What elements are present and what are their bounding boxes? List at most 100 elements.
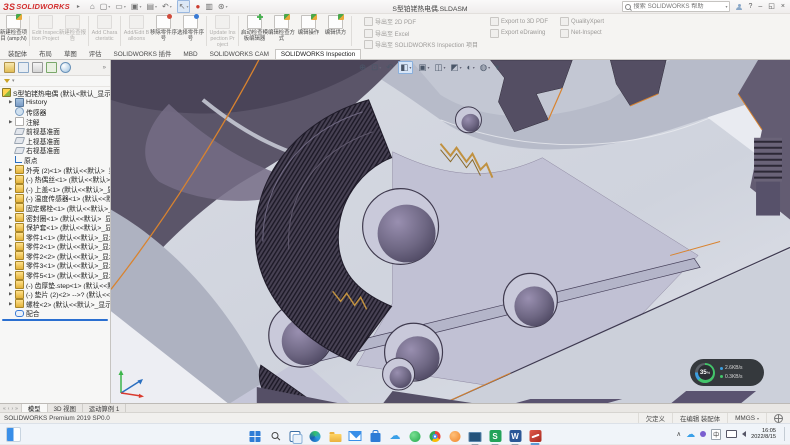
tree-root[interactable]: S型铂铑热电偶 (默认<默认_显示状态-1> [0,88,110,98]
tree-item-front-plane[interactable]: 前视基准面 [0,126,110,136]
tab-evaluate[interactable]: 评估 [83,47,108,59]
task-view-button[interactable] [289,429,302,443]
hide-show-items-icon[interactable]: ◩▾ [451,62,462,73]
save-icon[interactable]: ▣▾ [131,1,142,12]
volume-icon[interactable] [742,431,746,437]
net-inspect-item[interactable]: Net-Inspect [560,29,604,38]
tab-addins[interactable]: SOLIDWORKS 插件 [108,47,178,59]
help-icon[interactable]: ? [748,2,752,12]
minimize-icon[interactable]: – [758,2,762,12]
export-3d-pdf-item[interactable]: Export to 3D PDF [490,17,548,26]
edit-methods-button[interactable]: 编辑检查方式 [268,13,295,49]
tab-mbd[interactable]: MBD [177,49,203,59]
graphics-area[interactable]: ⊕ ⊡▾ ↶ ◧▾ ▣▾ ◫▾ ◩▾ ◐▾ ◍▾ ▾ 35% 2.6KB/s 0… [111,60,790,404]
tree-item-component[interactable]: ▶零件5<1> (默认<<默认>_显示状 [0,270,110,280]
tab-layout[interactable]: 布局 [33,47,58,59]
search-dropdown-icon[interactable]: ▾ [725,4,727,9]
rebuild-icon[interactable]: ● [195,1,200,12]
tree-item-component[interactable]: ▶螺栓<2> (默认<<默认>_显示状态 [0,299,110,309]
tree-item-component[interactable]: ▶零件2<1> (默认<<默认>_显示状 [0,242,110,252]
zoom-to-area-icon[interactable]: ⊡▾ [371,62,381,73]
tree-item-sensors[interactable]: 传感器 [0,107,110,117]
add-characteristic-button[interactable]: Add Characteristic [91,13,118,49]
edit-appearance-icon[interactable]: ◐▾ [467,62,475,73]
clock[interactable]: 16:05 2022/8/15 [751,428,776,441]
dimxpert-manager-icon[interactable] [46,62,57,73]
feature-manager-icon[interactable] [4,62,15,73]
update-inspection-project-button[interactable]: Update Inspection Project [209,13,236,49]
tab-cam[interactable]: SOLIDWORKS CAM [204,49,275,59]
tree-item-component[interactable]: ▶(-) 齿厚垫.step<1> (默认<<默认> [0,280,110,290]
print-icon[interactable]: ▤▾ [146,1,157,12]
zoom-to-fit-icon[interactable]: ⊕ [359,62,366,73]
tree-item-component[interactable]: ▶外壳 (2)<1> (默认<<默认>_显示状 [0,165,110,175]
show-desktop-button[interactable] [784,427,785,441]
new-document-icon[interactable]: ▢▾ [100,1,111,12]
word-app-button[interactable]: W [509,429,522,443]
display-style-icon[interactable]: ◫▾ [434,62,445,73]
tree-item-component[interactable]: ▶(-) 上盖<1> (默认<<默认>_显示状 [0,184,110,194]
store-button[interactable] [369,429,382,443]
qualityxpert-item[interactable]: QualityXpert [560,17,604,26]
rollback-bar[interactable] [2,319,108,321]
tree-item-annotations[interactable]: ▶注解 [0,117,110,127]
tree-item-component[interactable]: ▶(-) 温度传感器<1> (默认<<默认>_ [0,194,110,204]
docs-app-button[interactable]: S [489,429,502,443]
scroll-last-icon[interactable]: » [15,406,18,412]
display-settings-icon[interactable]: ▥ [205,1,213,12]
tree-item-mates[interactable]: 配合 [0,309,110,319]
tree-item-origin[interactable]: 原点 [0,155,110,165]
undo-icon[interactable]: ↶▾ [162,1,172,12]
tab-sketch[interactable]: 草图 [58,47,83,59]
previous-view-icon[interactable]: ↶ [386,62,393,73]
filter-caret-icon[interactable]: ▾ [12,78,15,84]
tree-filter-bar[interactable]: ▾ [0,76,110,87]
tab-inspection[interactable]: SOLIDWORKS Inspection [275,49,361,59]
ime-indicator[interactable]: 中 [711,429,721,440]
model-canvas[interactable] [111,60,790,404]
tree-item-component[interactable]: ▶密封圈<1> (默认<<默认>_显示状 [0,213,110,223]
template-editor-button[interactable]: 启动检查模板编辑器 [241,13,268,49]
select-balloons-button[interactable]: 选择零件序号 [177,13,204,49]
export-edrawing-item[interactable]: Export eDrawing [490,29,548,38]
export-excel-item[interactable]: 导出至 Excel [364,29,478,38]
tree-item-component[interactable]: ▶保护套<1> (默认<<默认>_显示状 [0,222,110,232]
chrome-button[interactable] [429,429,442,443]
tab-assembly[interactable]: 装配体 [2,47,33,59]
tree-item-history[interactable]: ▶History [0,98,110,108]
tree-item-component[interactable]: ▶(-) 垫片 (2)<2> -->? (默认<<默认> [0,289,110,299]
edge-button[interactable] [309,429,322,443]
close-icon[interactable]: × [781,2,785,12]
edit-operations-button[interactable]: 编辑操作 [295,13,322,49]
export-2d-pdf-item[interactable]: 导出至 2D PDF [364,17,478,26]
scroll-next-icon[interactable]: › [11,406,13,412]
home-icon[interactable]: ⌂ [90,1,95,12]
panel-overflow-icon[interactable]: » [103,65,106,71]
configuration-manager-icon[interactable] [32,62,43,73]
green-app-button[interactable] [409,429,422,443]
display-tray-icon[interactable] [726,430,737,438]
menu-flyout-arrow-icon[interactable]: ▸ [77,3,80,10]
scroll-prev-icon[interactable]: ‹ [8,406,10,412]
tree-item-right-plane[interactable]: 右视基准面 [0,146,110,156]
view-settings-icon[interactable]: ▾ [495,62,499,73]
open-icon[interactable]: ▭▾ [115,1,126,12]
solidworks-taskbar-button[interactable] [529,429,542,443]
display-app-button[interactable] [469,429,482,443]
tree-item-component[interactable]: ▶零件2<2> (默认<<默认>_显示状 [0,251,110,261]
display-manager-icon[interactable] [60,62,71,73]
taskbar-search-button[interactable] [269,429,282,443]
view-orientation-icon[interactable]: ▣▾ [418,62,429,73]
new-inspection-report-button[interactable]: 新建检查报告 [59,13,86,49]
performance-overlay[interactable]: 35% 2.6KB/s 0.3KB/s [690,359,764,386]
options-icon[interactable]: ⊛▾ [218,1,228,12]
cloud-app-button[interactable]: ☁ [389,429,402,443]
help-search-box[interactable]: ▾ [622,1,730,12]
widgets-icon[interactable] [6,427,21,442]
mail-button[interactable] [349,429,362,443]
security-icon[interactable] [700,431,706,437]
new-inspection-project-button[interactable]: 新建检查项目 (amp;N) [0,13,27,49]
tree-item-component[interactable]: ▶零件3<1> (默认<<默认>_显示状 [0,261,110,271]
add-edit-balloons-button[interactable]: Add/Edit Balloons [123,13,150,49]
property-manager-icon[interactable] [18,62,29,73]
